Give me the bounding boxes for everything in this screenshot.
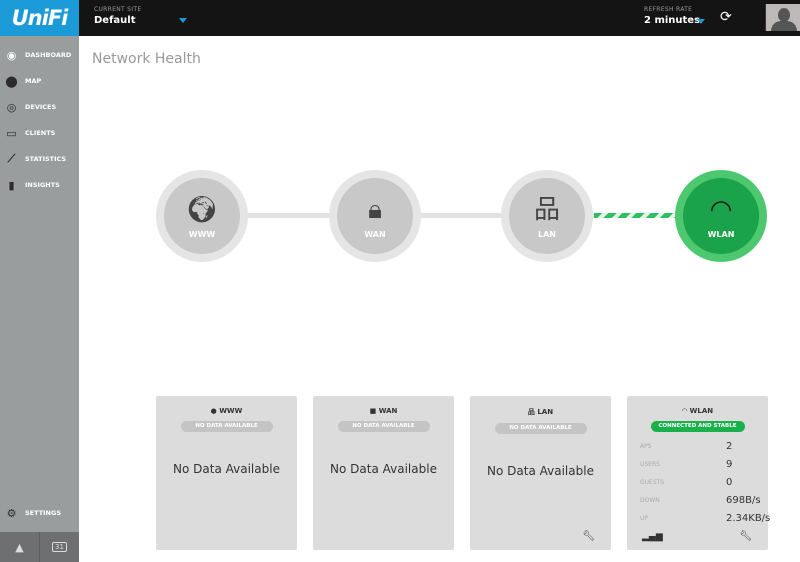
node-label: LAN [538, 229, 556, 239]
sidebar-footer: ▲ 31 [0, 532, 79, 562]
stat-down: DOWN 698B/s [640, 494, 761, 506]
laptop-icon: ▭ [6, 126, 17, 140]
wrench-icon[interactable]: 🔧︎ [739, 531, 752, 542]
lock-icon: ■ [369, 407, 379, 415]
alerts-icon[interactable]: ▲ [0, 532, 39, 562]
sidebar-item-devices[interactable]: ◎ DEVICES [4, 98, 57, 116]
stat-up: UP 2.34KB/s [640, 512, 771, 524]
unifi-logo[interactable]: UniFi [0, 0, 79, 36]
refresh-icon[interactable]: ⟳ [720, 9, 732, 25]
line-chart-icon: ⟋ [7, 152, 16, 165]
sidebar-item-settings[interactable]: ⚙ SETTINGS [4, 504, 61, 522]
status-badge: NO DATA AVAILABLE [337, 421, 430, 432]
page-title: Network Health [92, 51, 201, 67]
refresh-dropdown-icon[interactable] [697, 19, 705, 24]
refresh-rate-selector[interactable]: REFRESH RATE 2 minutes [644, 6, 700, 26]
node-lan[interactable]: 品 LAN [501, 170, 593, 262]
sidebar-item-label: CLIENTS [25, 129, 56, 137]
node-label: WLAN [707, 229, 735, 239]
gear-icon: ⚙ [6, 506, 17, 520]
wifi-icon: ◠ [709, 194, 733, 225]
card-www: ● WWW NO DATA AVAILABLE No Data Availabl… [156, 396, 297, 550]
status-badge: NO DATA AVAILABLE [180, 421, 273, 432]
card-title: WAN [378, 407, 398, 415]
card-wan: ■ WAN NO DATA AVAILABLE No Data Availabl… [313, 396, 454, 550]
bar-chart-icon: ▮ [8, 178, 15, 192]
site-dropdown-icon[interactable] [179, 18, 187, 23]
sidebar-item-map[interactable]: ⬤ MAP [4, 72, 41, 90]
site-value: Default [94, 15, 136, 26]
node-label: WWW [188, 229, 216, 239]
sidebar-item-label: DEVICES [25, 103, 57, 111]
globe-icon: 🌍︎ [185, 194, 219, 225]
map-pin-icon: ⬤ [5, 74, 18, 88]
events-calendar-icon[interactable]: 31 [39, 532, 79, 562]
node-wlan[interactable]: ◠ WLAN [675, 170, 767, 262]
sidebar: ◉ DASHBOARD ⬤ MAP ◎ DEVICES ▭ CLIENTS ⟋ STATI… [0, 36, 79, 532]
sidebar-item-clients[interactable]: ▭ CLIENTS [4, 124, 55, 142]
avatar[interactable] [765, 4, 800, 31]
card-message: No Data Available [330, 462, 437, 476]
card-message: No Data Available [173, 462, 280, 476]
card-title: LAN [537, 408, 554, 416]
node-wan[interactable]: 🔒︎ WAN [329, 170, 421, 262]
status-badge: NO DATA AVAILABLE [494, 423, 587, 434]
site-label: CURRENT SITE [94, 6, 142, 13]
card-wlan: ◠ WLAN CONNECTED AND STABLE APS 2 USERS 9 … [627, 396, 771, 550]
network-icon: 品 [533, 194, 560, 225]
lock-icon: 🔒︎ [368, 194, 382, 225]
sidebar-item-statistics[interactable]: ⟋ STATISTICS [4, 150, 66, 168]
wrench-icon[interactable]: 🔧︎ [582, 531, 595, 542]
refresh-label: REFRESH RATE [644, 6, 693, 13]
sidebar-item-label: DASHBOARD [25, 51, 72, 59]
sidebar-item-label: MAP [25, 77, 42, 85]
network-icon: 品 [527, 408, 538, 416]
node-www[interactable]: 🌍︎ WWW [156, 170, 248, 262]
node-label: WAN [364, 229, 386, 239]
bar-chart-icon[interactable]: ▂▄▆ [642, 532, 663, 542]
refresh-value: 2 minutes [644, 15, 701, 26]
stat-aps: APS 2 [640, 440, 733, 452]
wifi-icon: ◠ [681, 407, 690, 415]
card-lan: 品 LAN NO DATA AVAILABLE No Data Availabl… [470, 396, 611, 550]
calendar-day: 31 [52, 542, 67, 552]
card-title: WLAN [689, 407, 714, 415]
connection-line-active [594, 213, 678, 218]
stat-users: USERS 9 [640, 458, 733, 470]
top-bar: UniFi CURRENT SITE Default REFRESH RATE … [0, 0, 800, 36]
sidebar-item-dashboard[interactable]: ◉ DASHBOARD [4, 46, 72, 64]
status-badge: CONNECTED AND STABLE [650, 421, 745, 432]
card-title: WWW [219, 407, 243, 415]
sidebar-item-label: SETTINGS [25, 509, 62, 517]
devices-icon: ◎ [6, 100, 17, 114]
site-selector[interactable]: CURRENT SITE Default [94, 6, 141, 26]
card-message: No Data Available [487, 464, 594, 478]
sidebar-item-label: INSIGHTS [25, 181, 60, 189]
dashboard-icon: ◉ [6, 48, 17, 62]
stat-guests: GUESTS 0 [640, 476, 733, 488]
globe-icon: ● [210, 407, 220, 415]
sidebar-item-insights[interactable]: ▮ INSIGHTS [4, 176, 60, 194]
sidebar-item-label: STATISTICS [25, 155, 67, 163]
